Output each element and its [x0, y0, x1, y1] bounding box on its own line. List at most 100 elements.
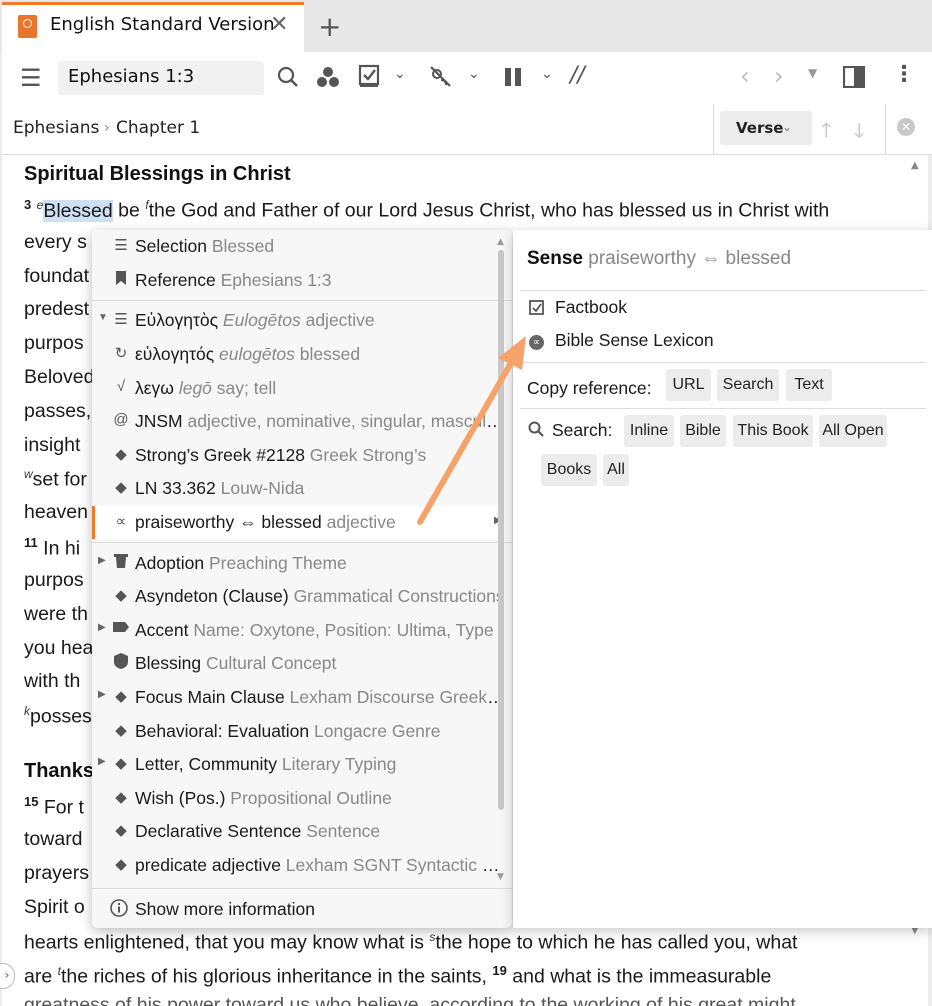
search-all-open-button[interactable]: All Open — [819, 415, 887, 447]
chevron-down-icon[interactable]: ⌄ — [468, 66, 480, 82]
diamond-icon: ◆ — [115, 822, 127, 839]
hamburger-menu-icon[interactable]: ☰ — [20, 64, 42, 92]
menu-item-reference[interactable]: Reference Ephesians 1:3 — [92, 264, 504, 297]
menu-item-asyndeton[interactable]: ◆ Asyndeton (Clause) Grammatical Constru… — [92, 580, 504, 613]
verse-text-line: purpos — [24, 569, 84, 591]
menu-item-label: Selection — [135, 236, 207, 256]
verse-text-line: you hea — [24, 637, 94, 659]
verse-text: the riches of his glorious inheritance i… — [60, 965, 493, 988]
collapse-triangle-icon[interactable]: ▼ — [98, 312, 108, 323]
verse-text: For t — [43, 796, 84, 819]
divider — [520, 408, 926, 409]
menu-item-adoption[interactable]: ▶ Adoption Preaching Theme — [92, 547, 504, 580]
menu-item-wish[interactable]: ◆ Wish (Pos.) Propositional Outline — [92, 782, 504, 815]
search-this-book-button[interactable]: This Book — [733, 415, 813, 447]
scroll-up-icon[interactable]: ▲ — [911, 160, 919, 171]
menu-item-focus-main-clause[interactable]: ▶ ◆ Focus Main Clause Lexham Discourse G… — [92, 681, 504, 714]
panel-title: Sense praiseworthy ⇔ blessed — [527, 248, 791, 270]
tag-icon — [112, 620, 130, 637]
menu-item-predicate-adjective[interactable]: ◆ predicate adjective Lexham SGNT Syntac… — [92, 849, 504, 882]
copy-text-button[interactable]: Text — [786, 369, 832, 401]
menu-item-label: εὐλογητός — [135, 344, 215, 364]
menu-item-sublabel: Lexham Discourse Greek NT — [284, 687, 504, 707]
down-arrow-icon[interactable]: 🡓 — [854, 116, 864, 150]
copy-search-button[interactable]: Search — [717, 369, 779, 401]
shield-icon — [112, 653, 130, 673]
menu-item-sublabel: Lexham SGNT Syntactic Force — [280, 855, 504, 875]
tab-close-icon[interactable]: ✕ — [270, 12, 288, 37]
panel-layout-icon[interactable] — [843, 66, 865, 88]
columns-icon[interactable] — [504, 67, 522, 87]
search-inline-button[interactable]: Inline — [624, 415, 674, 447]
menu-item-sublabel: blessed — [294, 344, 361, 364]
scroll-down-icon[interactable]: ▼ — [497, 872, 504, 882]
visual-filters-icon[interactable] — [316, 66, 340, 88]
menu-item-label: Adoption — [135, 553, 205, 573]
menu-item-letter-community[interactable]: ▶ ◆ Letter, Community Literary Typing — [92, 748, 504, 781]
more-options-icon[interactable]: ⋮ — [893, 62, 915, 87]
factbook-icon — [529, 300, 544, 315]
expand-triangle-icon[interactable]: ▶ — [98, 756, 106, 767]
verse-text-line: hearts enlightened, that you may know wh… — [24, 930, 884, 955]
menu-item-selection[interactable]: ☰ Selection Blessed — [92, 230, 504, 263]
book-logo-icon — [18, 15, 37, 38]
menu-item-declarative[interactable]: ◆ Declarative Sentence Sentence — [92, 815, 504, 848]
menu-item-transliteration: eulogētos — [214, 344, 295, 364]
menu-separator — [92, 300, 512, 301]
footnote-marker[interactable]: w — [24, 467, 33, 481]
reference-value: Ephesians 1:3 — [68, 66, 195, 87]
menu-item-label: Blessing — [135, 653, 202, 673]
breadcrumb-book[interactable]: Ephesians — [13, 118, 99, 138]
menu-item-label: Reference — [135, 270, 216, 290]
menu-item-label: praiseworthy ⇔ blessed — [135, 512, 322, 532]
scroll-up-icon[interactable]: ▲ — [497, 237, 504, 247]
verse-mode-label: Verse — [736, 119, 784, 137]
menu-item-sublabel: Ephesians 1:3 — [215, 270, 332, 290]
notes-checkbox-icon[interactable] — [358, 64, 380, 88]
menu-item-blessing[interactable]: Blessing Cultural Concept — [92, 647, 504, 680]
close-circle-icon[interactable]: ✕ — [897, 118, 915, 136]
selected-word[interactable]: Blessed — [43, 199, 113, 222]
menu-item-transliteration: legō — [173, 378, 212, 398]
info-icon — [110, 899, 128, 921]
parallel-icon[interactable]: // — [570, 63, 585, 88]
show-more-information[interactable]: Show more information — [92, 893, 504, 926]
verse-number: 3 — [24, 197, 32, 212]
verse-text-line: every s — [24, 231, 87, 253]
up-arrow-icon[interactable]: 🡑 — [821, 116, 831, 150]
chevron-down-icon[interactable]: ⌄ — [541, 66, 553, 82]
expand-triangle-icon[interactable]: ▶ — [98, 622, 106, 633]
menu-item-label: Focus Main Clause — [135, 687, 285, 707]
search-icon[interactable] — [277, 66, 299, 88]
panel-link-factbook[interactable]: Factbook — [555, 297, 627, 318]
copy-reference-label: Copy reference: — [527, 378, 652, 398]
search-all-button[interactable]: All — [603, 454, 629, 486]
panel-subtitle: praiseworthy ⇔ blessed — [582, 248, 792, 269]
verse-number: 15 — [24, 794, 39, 809]
search-bible-button[interactable]: Bible — [680, 415, 726, 447]
sense-icon: ∝ — [115, 513, 127, 530]
panel-link-bible-sense-lexicon[interactable]: Bible Sense Lexicon — [555, 330, 714, 351]
verse-text: hearts enlightened, that you may know wh… — [24, 931, 430, 954]
menu-item-label: λεγω — [135, 378, 174, 398]
search-books-button[interactable]: Books — [541, 454, 597, 486]
menu-footer-label: Show more information — [135, 899, 315, 919]
history-dropdown-icon[interactable]: ▼ — [808, 66, 817, 80]
breadcrumb-chapter[interactable]: Chapter 1 — [116, 118, 200, 138]
menu-item-accent[interactable]: ▶ Accent Name: Oxytone, Position: Ultima… — [92, 614, 504, 647]
forward-arrow-icon[interactable]: › — [774, 62, 784, 90]
copy-url-button[interactable]: URL — [666, 369, 711, 401]
verse-text-line: Beloved — [24, 366, 95, 388]
expand-triangle-icon[interactable]: ▶ — [98, 689, 106, 700]
menu-item-label: LN 33.362 — [135, 478, 216, 498]
panel-title-text: Sense — [527, 248, 583, 269]
chevron-down-icon[interactable]: ⌄ — [394, 66, 406, 82]
menu-item-behavioral[interactable]: ◆ Behavioral: Evaluation Longacre Genre — [92, 715, 504, 748]
interlinear-icon[interactable] — [428, 64, 454, 90]
diamond-icon: ◆ — [115, 789, 127, 806]
new-tab-icon[interactable]: + — [318, 10, 341, 43]
menu-item-label: Letter, Community — [135, 754, 277, 774]
at-icon: @ — [113, 411, 129, 428]
back-arrow-icon[interactable]: ‹ — [740, 62, 750, 90]
expand-triangle-icon[interactable]: ▶ — [98, 555, 106, 566]
